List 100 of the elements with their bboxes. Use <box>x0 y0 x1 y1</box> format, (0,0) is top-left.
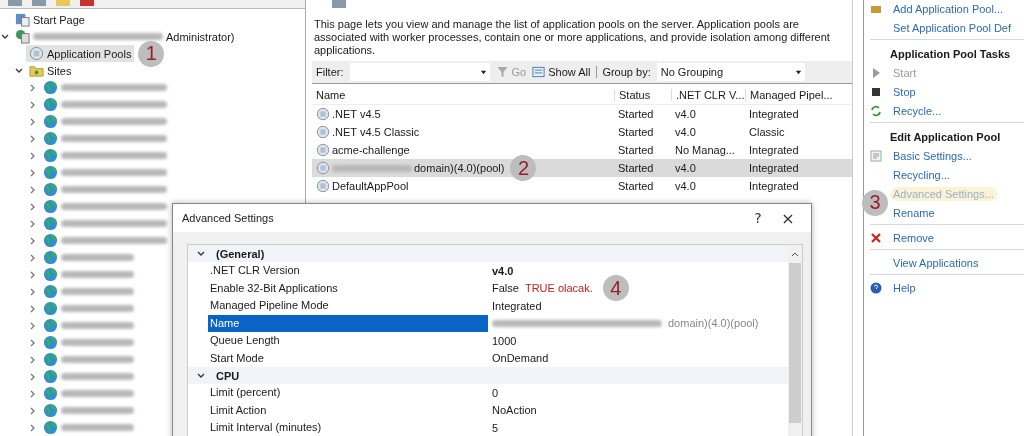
table-cell-text: Started <box>617 162 655 174</box>
property-value: v4.0 <box>492 264 514 277</box>
table-cell: domain)(4.0)(pool) <box>414 162 505 174</box>
table-cell-text: Integrated <box>748 108 800 120</box>
dialog-title: Advanced Settings <box>182 212 275 224</box>
property-name[interactable]: Limit (percent) <box>208 384 488 402</box>
step-number: 3 <box>862 189 888 216</box>
globe-icon <box>43 352 58 367</box>
tree-item[interactable]: Application Pools <box>26 45 135 62</box>
action-link[interactable]: Stop <box>890 84 919 99</box>
property-name[interactable]: Enable 32-Bit Applications <box>208 279 488 297</box>
filter-field[interactable] <box>349 63 490 81</box>
table-cell-text: Started <box>617 180 655 192</box>
table-cell: DefaultAppPool <box>332 180 409 192</box>
globe-icon <box>43 403 58 418</box>
property-value: 5 <box>492 421 499 434</box>
help-icon <box>870 281 882 294</box>
category-heading: CPU <box>216 369 240 382</box>
action-link[interactable]: Recycle... <box>890 103 945 118</box>
category-heading: (General) <box>216 247 265 260</box>
property-name[interactable]: Name <box>208 314 488 332</box>
action-link[interactable]: Rename <box>890 205 938 220</box>
play-icon <box>870 66 882 79</box>
settings-icon <box>870 149 882 162</box>
refresh-icon <box>870 104 882 117</box>
table-cell-text: Started <box>617 108 655 120</box>
globe-icon <box>43 301 58 316</box>
group-by-dropdown[interactable]: No Grouping <box>656 63 805 81</box>
home-page-icon <box>15 12 30 27</box>
page-description: This page lets you view and manage the list of application pools on the server. Application pools are associated with worker processes, contain one or more applications, and provide isolation among different applications. <box>314 18 831 57</box>
property-name[interactable]: Limit Interval (minutes) <box>208 419 488 436</box>
property-value: Integrated <box>492 299 542 312</box>
server-icon <box>15 29 30 44</box>
table-cell-text: No Manag... <box>674 144 736 156</box>
property-name[interactable]: Managed Pipeline Mode <box>208 297 488 315</box>
globe-icon <box>43 97 58 112</box>
property-name[interactable]: Queue Length <box>208 332 488 350</box>
help-button[interactable]: ? <box>743 204 773 232</box>
column-header[interactable]: Status <box>614 89 671 101</box>
property-name[interactable]: .NET CLR Version <box>208 262 488 280</box>
section-heading: Edit Application Pool <box>889 130 1002 145</box>
table-cell: .NET v4.5 Classic <box>332 126 420 138</box>
table-cell-text: v4.0 <box>674 162 697 174</box>
action-link[interactable]: Help <box>890 280 919 295</box>
globe-icon <box>43 335 58 350</box>
list-icon <box>532 66 546 78</box>
globe-icon <box>43 250 58 265</box>
globe-icon <box>43 80 58 95</box>
folder-icon <box>29 63 44 78</box>
annotation-note: TRUE olacak. <box>524 282 593 295</box>
table-cell: acme-challenge <box>332 144 410 156</box>
scrollbar[interactable] <box>788 245 802 436</box>
caret-icon <box>479 69 487 76</box>
globe-icon <box>43 386 58 401</box>
globe-icon <box>43 420 58 435</box>
property-name[interactable]: Limit Action <box>208 401 488 419</box>
table-cell: .NET v4.5 <box>332 108 381 120</box>
property-value: False <box>492 282 519 295</box>
property-name[interactable]: Start Mode <box>208 349 488 367</box>
property-value: NoAction <box>492 404 537 417</box>
tree-item[interactable]: Sites <box>26 62 75 79</box>
action-link[interactable]: Add Application Pool... <box>890 1 1007 16</box>
filter-label: Filter: <box>316 66 344 78</box>
globe-icon <box>43 148 58 163</box>
table-cell-text: v4.0 <box>674 126 697 138</box>
column-header[interactable]: Managed Pipel... <box>745 89 845 101</box>
column-header[interactable]: Name <box>312 89 614 101</box>
globe-icon <box>43 131 58 146</box>
table-row[interactable]: .NET v4.5 Started v4.0 Integrated <box>312 105 852 123</box>
globe-icon <box>43 318 58 333</box>
section-heading: Application Pool Tasks <box>889 47 1012 62</box>
action-link[interactable]: View Applications <box>890 255 982 270</box>
action-link[interactable]: Set Application Pool Def <box>890 20 1015 35</box>
table-cell-text: Integrated <box>748 144 800 156</box>
globe-icon <box>43 216 58 231</box>
close-icon <box>870 231 882 244</box>
globe-icon <box>43 182 58 197</box>
globe-icon <box>43 267 58 282</box>
group-by-label: Group by: <box>596 66 651 78</box>
action-link[interactable]: Remove <box>890 230 937 245</box>
column-header[interactable]: .NET CLR V... <box>671 89 745 101</box>
tree-item[interactable]: Start Page <box>12 11 88 28</box>
show-all-button[interactable]: Show All <box>532 66 591 78</box>
globe-icon <box>43 233 58 248</box>
stop-icon <box>870 85 882 98</box>
table-row[interactable]: .NET v4.5 Classic Started v4.0 Classic <box>312 123 852 141</box>
action-link[interactable]: Recycling... <box>890 167 953 182</box>
step-number: 1 <box>138 40 165 67</box>
globe-icon <box>43 284 58 299</box>
table-cell-text: Integrated <box>748 180 800 192</box>
close-button[interactable]: × <box>773 204 803 232</box>
property-value: 1000 <box>492 334 517 347</box>
table-cell-text: v4.0 <box>674 180 697 192</box>
table-cell-text: Integrated <box>748 162 800 174</box>
scrollbar-thumb[interactable] <box>789 263 801 423</box>
property-value: 0 <box>492 386 499 399</box>
property-value: OnDemand <box>492 352 549 365</box>
action-link[interactable]: Basic Settings... <box>890 148 975 163</box>
table-cell-text: v4.0 <box>674 108 697 120</box>
table-cell-text: Classic <box>748 126 786 138</box>
